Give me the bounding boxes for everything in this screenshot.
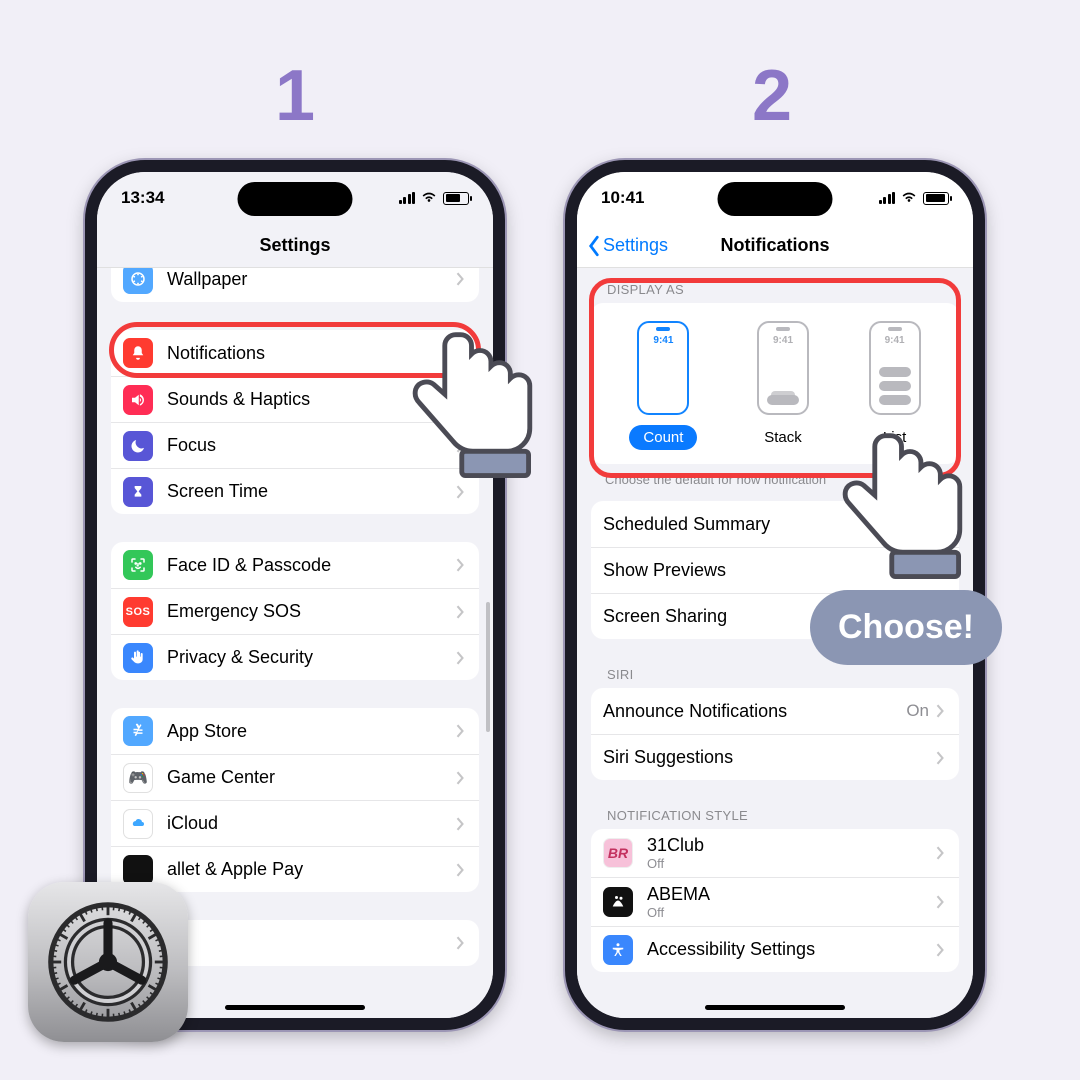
br-icon: BR [603,838,633,868]
status-time: 13:34 [121,188,164,208]
row-label: Privacy & Security [167,647,455,668]
settings-row-announce-notifications[interactable]: Announce NotificationsOn [591,688,959,734]
nav-bar: Settings [97,224,493,268]
faceid-icon [123,550,153,580]
display-mode-label: Stack [750,425,816,450]
section-header-display-as: DISPLAY AS [577,268,973,303]
battery-icon [443,192,469,205]
row-label: Accessibility Settings [647,939,935,960]
hourglass-icon [123,477,153,507]
mini-phone-icon: 9:41 [757,321,809,415]
home-indicator [225,1005,365,1010]
settings-row-icloud[interactable]: iCloud [111,800,479,846]
row-label: Face ID & Passcode [167,555,455,576]
row-label: Wallpaper [167,269,455,290]
settings-row-app-store[interactable]: App Store [111,708,479,754]
row-label: ABEMA [647,884,935,905]
acc-icon [603,935,633,965]
row-subtitle: Off [647,856,935,871]
sos-icon: SOS [123,597,153,627]
game-icon: 🎮 [123,763,153,793]
status-time: 10:41 [601,188,644,208]
row-label: Announce Notifications [603,701,906,722]
settings-row-31club[interactable]: BR 31ClubOff [591,829,959,877]
row-label: App Store [167,721,455,742]
row-label: iCloud [167,813,455,834]
speaker-icon [123,385,153,415]
app-icon [123,855,153,885]
settings-row-game-center[interactable]: 🎮 Game Center [111,754,479,800]
settings-row-abema[interactable]: ABEMAOff [591,877,959,926]
mini-phone-icon: 9:41 [869,321,921,415]
row-label: ɔs [167,933,455,954]
battery-icon [923,192,949,205]
moon-icon [123,431,153,461]
settings-app-icon [28,882,188,1042]
nav-title: Notifications [720,235,829,256]
back-button[interactable]: Settings [587,235,668,257]
settings-row-emergency-sos[interactable]: SOS Emergency SOS [111,588,479,634]
dynamic-island [238,182,353,216]
row-detail: On [906,701,929,721]
section-header-style: NOTIFICATION STYLE [577,808,973,829]
wifi-icon [420,188,438,208]
home-indicator [705,1005,845,1010]
mini-phone-icon: 9:41 [637,321,689,415]
bell-icon [123,338,153,368]
back-label: Settings [603,235,668,256]
hand-icon [123,643,153,673]
display-mode-count[interactable]: 9:41 Count [629,321,697,450]
row-label: 31Club [647,835,935,856]
row-label: Siri Suggestions [603,747,935,768]
choose-callout: Choose! [810,590,1002,665]
tap-hand-icon [405,325,555,500]
cellular-icon [399,192,416,204]
wifi-icon [900,188,918,208]
wallpaper-icon [123,268,153,294]
row-label: allet & Apple Pay [167,859,455,880]
cellular-icon [879,192,896,204]
row-label: Game Center [167,767,455,788]
appstore-icon [123,716,153,746]
settings-row-wallpaper[interactable]: Wallpaper [111,268,479,302]
nav-title: Settings [259,235,330,256]
settings-row-accessibility-settings[interactable]: Accessibility Settings [591,926,959,972]
chevron-left-icon [587,235,601,257]
cloud-icon [123,809,153,839]
display-mode-label: Count [629,425,697,450]
step-number-2: 2 [752,55,792,137]
row-label: Emergency SOS [167,601,455,622]
display-mode-stack[interactable]: 9:41 Stack [750,321,816,450]
nav-bar: Settings Notifications [577,224,973,268]
section-header-siri: SIRI [577,667,973,688]
settings-row-face-id-passcode[interactable]: Face ID & Passcode [111,542,479,588]
row-subtitle: Off [647,905,935,920]
settings-row-privacy-security[interactable]: Privacy & Security [111,634,479,680]
settings-row-siri-suggestions[interactable]: Siri Suggestions [591,734,959,780]
dynamic-island [718,182,833,216]
abema-icon [603,887,633,917]
tap-hand-icon [835,426,985,601]
step-number-1: 1 [275,55,315,137]
scrollbar[interactable] [486,602,490,732]
